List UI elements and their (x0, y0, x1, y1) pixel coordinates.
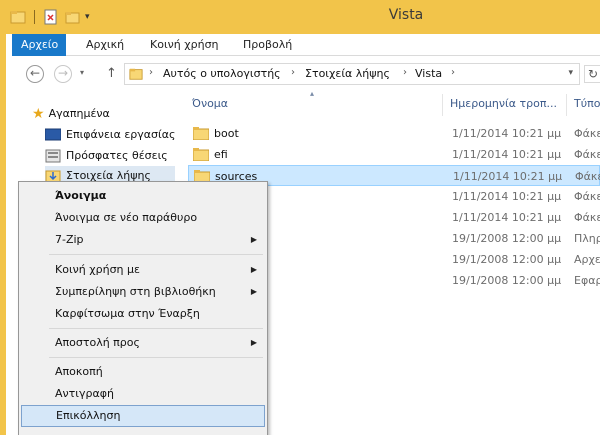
tab-home[interactable]: Αρχική (86, 34, 124, 56)
window-title: Vista (388, 7, 424, 23)
menu-item-share-with[interactable]: Κοινή χρήση με ▶ (21, 259, 265, 281)
folder-icon (193, 127, 209, 140)
column-header-name[interactable]: Όνομα (192, 97, 228, 110)
menu-item-paste[interactable]: Επικόλληση (21, 405, 265, 427)
folder-icon (129, 68, 143, 80)
nav-favorites[interactable]: ★ Αγαπημένα (32, 104, 110, 124)
address-bar[interactable]: › Αυτός ο υπολογιστής › Στοιχεία λήψης ›… (124, 63, 580, 85)
submenu-arrow-icon: ▶ (250, 287, 257, 296)
column-header-type[interactable]: Τύπος (574, 97, 600, 110)
list-item[interactable]: efi 1/11/2014 10:21 μμ Φάκελ (188, 144, 600, 165)
breadcrumb-separator-icon[interactable]: › (403, 67, 407, 78)
column-divider[interactable] (566, 94, 567, 116)
context-menu: Άνοιγμα Άνοιγμα σε νέο παράθυρο 7-Zip ▶ … (18, 181, 268, 435)
column-header-date[interactable]: Ημερομηνία τροπ... (450, 97, 557, 110)
tab-share[interactable]: Κοινή χρήση (150, 34, 219, 56)
nav-recent-places[interactable]: Πρόσφατες θέσεις (45, 146, 168, 166)
breadcrumb-vista[interactable]: Vista (415, 67, 442, 80)
folder-icon (193, 148, 209, 161)
menu-separator (49, 357, 263, 358)
breadcrumb-separator-icon[interactable]: › (451, 67, 455, 78)
recent-places-icon (45, 149, 61, 163)
ribbon-tabs: Αρχείο Αρχική Κοινή χρήση Προβολή (12, 34, 600, 56)
menu-item-cut[interactable]: Αποκοπή (21, 361, 265, 383)
refresh-button[interactable]: ↻ (584, 65, 600, 83)
nav-desktop[interactable]: Επιφάνεια εργασίας (45, 125, 175, 145)
menu-item-send-to[interactable]: Αποστολή προς ▶ (21, 332, 265, 354)
title-bar: ▾ Vista (6, 0, 600, 34)
desktop-icon (45, 128, 61, 141)
breadcrumb-downloads[interactable]: Στοιχεία λήψης (305, 67, 390, 80)
menu-item-7zip[interactable]: 7-Zip ▶ (21, 229, 265, 251)
navigation-bar: ← → ▾ ↑ › Αυτός ο υπολογιστής › Στοιχεία… (12, 57, 600, 91)
tab-file[interactable]: Αρχείο (12, 34, 66, 56)
breadcrumb-separator-icon[interactable]: › (291, 67, 295, 78)
list-item[interactable]: boot 1/11/2014 10:21 μμ Φάκελ (188, 123, 600, 144)
menu-item-copy[interactable]: Αντιγραφή (21, 383, 265, 405)
back-button[interactable]: ← (26, 65, 44, 83)
submenu-arrow-icon: ▶ (250, 338, 257, 347)
menu-item-open[interactable]: Άνοιγμα (21, 185, 265, 207)
breadcrumb-separator-icon[interactable]: › (149, 67, 153, 78)
menu-item-include-in-library[interactable]: Συμπερίληψη στη βιβλιοθήκη ▶ (21, 281, 265, 303)
forward-button[interactable]: → (54, 65, 72, 83)
sort-ascending-icon: ▴ (310, 89, 315, 98)
menu-item-open-new-window[interactable]: Άνοιγμα σε νέο παράθυρο (21, 207, 265, 229)
menu-separator (49, 254, 263, 255)
address-dropdown-icon[interactable]: ▾ (568, 68, 573, 78)
submenu-arrow-icon: ▶ (250, 265, 257, 274)
up-button[interactable]: ↑ (106, 66, 117, 81)
star-icon: ★ (32, 106, 45, 122)
submenu-arrow-icon: ▶ (250, 235, 257, 244)
recent-locations-icon[interactable]: ▾ (80, 68, 84, 77)
menu-item-pin-to-start[interactable]: Καρφίτσωμα στην Έναρξη (21, 303, 265, 325)
menu-separator (49, 328, 263, 329)
column-divider[interactable] (442, 94, 443, 116)
tab-view[interactable]: Προβολή (243, 34, 292, 56)
breadcrumb-this-pc[interactable]: Αυτός ο υπολογιστής (163, 67, 281, 80)
